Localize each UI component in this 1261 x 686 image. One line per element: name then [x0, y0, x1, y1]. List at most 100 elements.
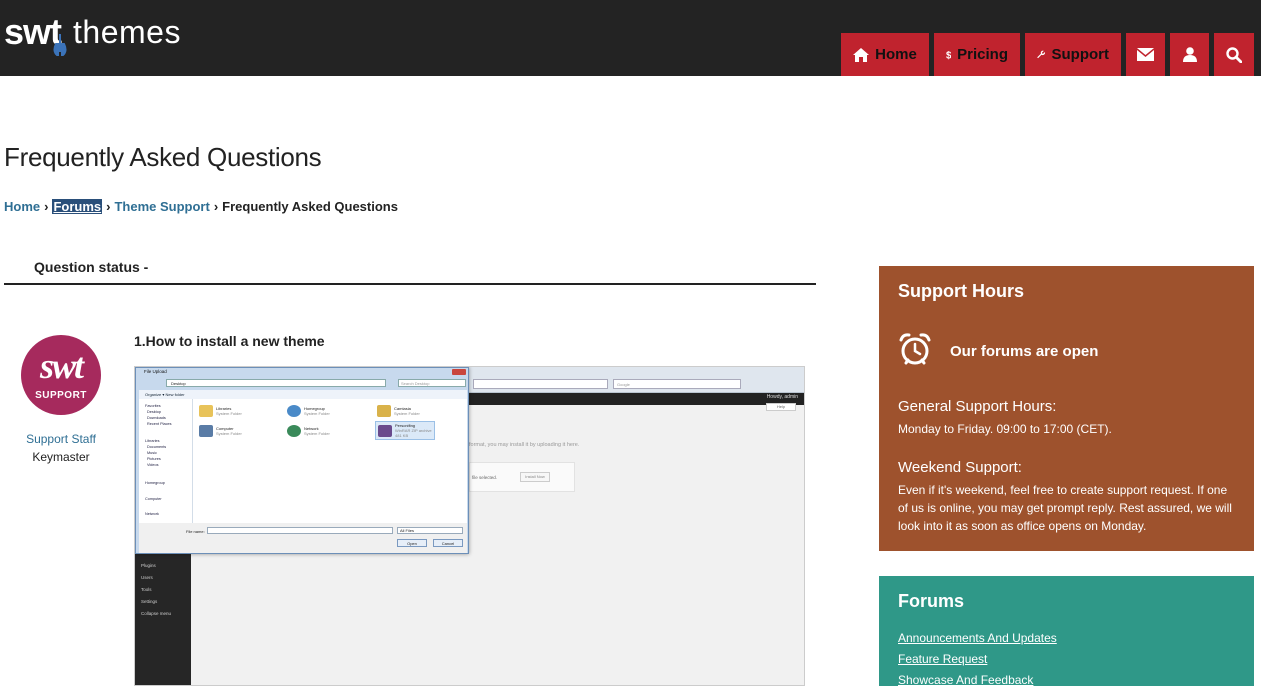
- nav-pane-item: Recent Places: [147, 422, 172, 426]
- support-hours-title: Support Hours: [898, 281, 1024, 301]
- dollar-icon: $: [946, 50, 951, 61]
- tile-size: 481 KB: [395, 433, 409, 438]
- wp-menu-item: Settings: [141, 599, 158, 604]
- breadcrumb-separator: ›: [213, 199, 219, 214]
- author-name: Keymaster: [32, 450, 90, 464]
- dialog-search: Search Desktop: [398, 379, 466, 387]
- dialog-file-pane: Libraries System Folder Homegroup System F…: [193, 399, 467, 523]
- tile-sub: System Folder: [304, 431, 330, 436]
- computer-icon: [199, 425, 213, 437]
- nav-pane-item: Homegroup: [145, 481, 165, 485]
- nav-support[interactable]: Support: [1025, 33, 1121, 76]
- forum-link-feature-request[interactable]: Feature Request: [898, 652, 987, 666]
- no-file-text: file selected.: [472, 475, 498, 480]
- breadcrumb-separator: ›: [44, 199, 49, 214]
- tile-sub: System Folder: [216, 431, 242, 436]
- dialog-address: Desktop: [166, 379, 386, 387]
- dialog-nav-pane: Favorites Desktop Downloads Recent Place…: [139, 399, 193, 523]
- user-icon: [1182, 47, 1197, 62]
- nav-account[interactable]: [1170, 33, 1209, 76]
- breadcrumb: Home › Forums › Theme Support › Frequent…: [4, 199, 398, 214]
- file-tile: Network System Folder: [287, 425, 330, 437]
- folder-icon: [199, 405, 213, 417]
- archive-icon: [378, 424, 392, 437]
- nav-home-label: Home: [875, 46, 917, 63]
- wp-menu-item: Tools: [141, 587, 152, 592]
- cancel-button: Cancel: [433, 539, 463, 547]
- network-icon: [287, 425, 301, 437]
- search-icon: [1226, 46, 1242, 63]
- weekend-support-title: Weekend Support:: [898, 459, 1022, 476]
- wp-help-button: Help: [766, 403, 796, 411]
- dialog-toolbar: Organize ▾ New folder: [139, 390, 467, 399]
- file-name-label: File name:: [186, 529, 205, 534]
- breadcrumb-current: Frequently Asked Questions: [222, 199, 398, 214]
- breadcrumb-home[interactable]: Home: [4, 199, 40, 214]
- browser-search-text: Google: [617, 382, 630, 387]
- file-tile: Camtasia System Folder: [377, 405, 420, 417]
- nav-support-label: Support: [1051, 46, 1110, 63]
- avatar-label: SUPPORT: [35, 390, 87, 401]
- nav-pane-item: Videos: [147, 463, 159, 467]
- file-tile: Libraries System Folder: [199, 405, 242, 417]
- nav-pane-item: Music: [147, 451, 157, 455]
- tile-sub: System Folder: [394, 411, 420, 416]
- forums-open-status: Our forums are open: [950, 343, 1099, 360]
- forums-widget: Forums Announcements And Updates Feature…: [879, 576, 1254, 686]
- forum-link-announcements[interactable]: Announcements And Updates: [898, 631, 1057, 645]
- main-nav: Home $ Pricing Support: [841, 33, 1254, 76]
- general-hours-text: Monday to Friday. 09:00 to 17:00 (CET).: [898, 422, 1112, 436]
- site-header: swt themes Home $ Pricing Support: [0, 0, 1261, 76]
- support-hours-widget: Support Hours Our forums are open Genera…: [879, 266, 1254, 551]
- file-tile-selected: Personifing WinRAR ZIP archive 481 KB: [375, 421, 435, 440]
- site-logo[interactable]: swt themes: [4, 10, 181, 60]
- file-tile: Homegroup System Folder: [287, 405, 330, 417]
- nav-pane-item: Libraries: [145, 439, 160, 443]
- question-title: 1.How to install a new theme: [134, 333, 325, 349]
- nav-home[interactable]: Home: [841, 33, 929, 76]
- nav-contact[interactable]: [1126, 33, 1165, 76]
- weekend-support-text: Even if it's weekend, feel free to creat…: [898, 483, 1232, 533]
- wrench-icon: [53, 34, 67, 56]
- forum-link-showcase[interactable]: Showcase And Feedback: [898, 673, 1033, 686]
- dialog-bottom: File name: All Files Open Cancel: [139, 523, 467, 553]
- envelope-icon: [1137, 48, 1154, 61]
- nav-pane-item: Computer: [145, 497, 162, 501]
- file-tile: Computer System Folder: [199, 425, 242, 437]
- install-now-button: Install Now: [520, 472, 550, 482]
- nav-pane-item: Pictures: [147, 457, 161, 461]
- nav-pane-item: Desktop: [147, 410, 161, 414]
- alarm-clock-icon: [899, 333, 931, 365]
- homegroup-icon: [287, 405, 301, 417]
- wp-menu-item: Collapse menu: [141, 611, 172, 616]
- file-type-select: All Files: [397, 527, 463, 534]
- breadcrumb-theme-support[interactable]: Theme Support: [114, 199, 209, 214]
- nav-search[interactable]: [1214, 33, 1254, 76]
- browser-url-field: [473, 379, 608, 389]
- tile-sub: System Folder: [304, 411, 330, 416]
- breadcrumb-separator: ›: [106, 199, 111, 214]
- general-hours-title: General Support Hours:: [898, 398, 1057, 415]
- nav-pricing-label: Pricing: [957, 46, 1008, 63]
- breadcrumb-forums[interactable]: Forums: [52, 199, 103, 214]
- forums-title: Forums: [898, 591, 965, 611]
- avatar[interactable]: swt SUPPORT: [21, 335, 101, 415]
- page-title: Frequently Asked Questions: [4, 142, 322, 172]
- wp-menu-item: Users: [141, 575, 153, 580]
- author-role[interactable]: Support Staff: [11, 432, 111, 446]
- question-status-bar: Question status -: [4, 250, 816, 285]
- question-status: Question status -: [34, 259, 149, 275]
- nav-pane-item: Favorites: [145, 404, 161, 408]
- home-icon: [853, 47, 870, 62]
- wrench-icon: [1037, 50, 1046, 59]
- close-icon: [452, 369, 466, 375]
- nav-pricing[interactable]: $ Pricing: [934, 33, 1020, 76]
- folder-icon: [377, 405, 391, 417]
- dialog-title: File Upload: [144, 369, 167, 374]
- tile-sub: System Folder: [216, 411, 242, 416]
- nav-pane-item: Documents: [147, 445, 167, 449]
- avatar-logo: swt: [39, 346, 84, 386]
- admin-greeting: Howdy, admin: [766, 394, 798, 400]
- open-button: Open: [397, 539, 427, 547]
- question-screenshot: Google Howdy, admin Plugins Users Tools …: [134, 366, 805, 686]
